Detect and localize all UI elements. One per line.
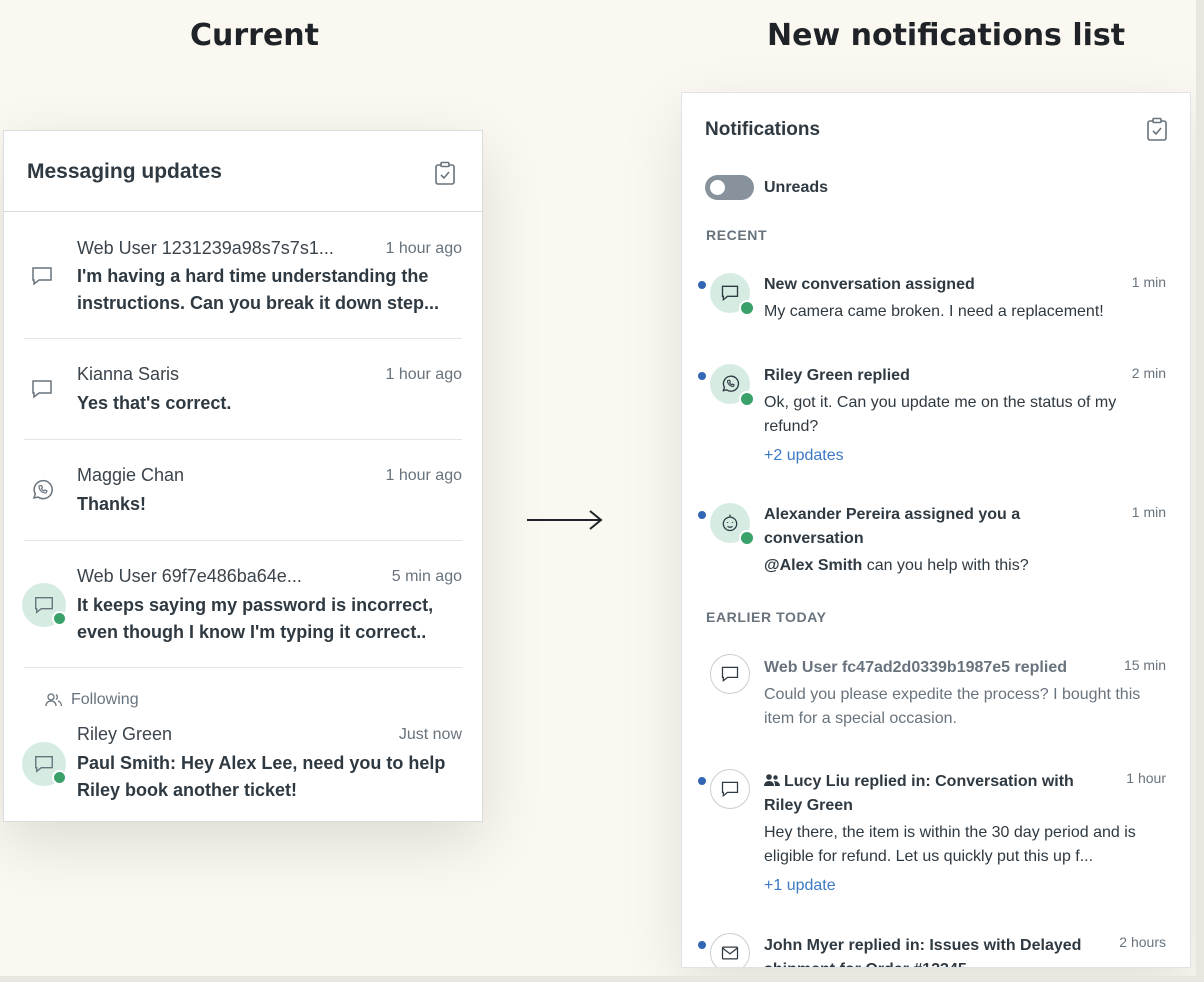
notification-item[interactable]: John Myer replied in: Issues with Delaye… [682, 933, 1190, 967]
notification-item[interactable]: Lucy Liu replied in: Conversation with R… [682, 769, 1190, 899]
whatsapp-icon [710, 364, 755, 407]
timestamp: 1 hour [1126, 770, 1166, 786]
notification-body: My camera came broken. I need a replacem… [764, 303, 1104, 320]
list-item[interactable]: Kianna Saris 1 hour ago Yes that's corre… [24, 339, 462, 440]
chat-icon [710, 273, 755, 316]
timestamp: 2 hours [1119, 934, 1166, 950]
unread-dot [698, 777, 706, 785]
messaging-updates-panel: Messaging updates Web User 1231239a98s7s… [3, 130, 483, 822]
more-updates-link[interactable]: +2 updates [764, 447, 844, 465]
message-preview: Paul Smith: Hey Alex Lee, need you to he… [77, 753, 446, 800]
more-updates-link[interactable]: +1 update [764, 877, 836, 895]
unreads-label: Unreads [764, 179, 829, 196]
online-status-dot [739, 530, 755, 546]
notification-item[interactable]: Riley Green replied 2 min Ok, got it. Ca… [682, 364, 1190, 474]
sender-name: Riley Green [77, 724, 173, 744]
whatsapp-icon [20, 468, 64, 512]
unread-dot [698, 511, 706, 519]
chat-icon [22, 742, 67, 786]
message-preview: I'm having a hard time understanding the… [77, 266, 440, 313]
chat-icon [22, 583, 67, 627]
chat-icon [20, 254, 64, 298]
notification-body: @Alex Smith can you help with this? [764, 554, 1150, 578]
notification-body: Hey there, the item is within the 30 day… [764, 824, 1136, 865]
mark-all-read-icon[interactable] [434, 161, 456, 185]
notification-body: Could you please expedite the process? I… [764, 686, 1141, 727]
list-item-following[interactable]: Following Riley Green Just now Paul Smit… [22, 668, 462, 826]
bot-icon [710, 503, 755, 546]
body-text: can you help with this? [862, 557, 1029, 574]
notification-item[interactable]: Alexander Pereira assigned you a convers… [682, 503, 1190, 583]
online-status-dot [52, 611, 67, 626]
panel-title: Notifications [705, 119, 821, 140]
unread-dot [698, 941, 706, 949]
sender-name: Maggie Chan [77, 465, 185, 485]
timestamp: Just now [398, 726, 462, 743]
panel-header: Messaging updates [4, 131, 482, 212]
title-text: Lucy Liu replied in: Conversation with R… [764, 773, 1074, 814]
sender-name: Web User 69f7e486ba64e... [77, 566, 302, 586]
chat-icon [710, 654, 750, 694]
list-item[interactable]: Maggie Chan 1 hour ago Thanks! [24, 440, 462, 541]
message-preview: Thanks! [77, 494, 147, 514]
online-status-dot [52, 770, 67, 785]
message-preview: It keeps saying my password is incorrect… [77, 595, 434, 642]
mention[interactable]: @Alex Smith [764, 557, 862, 574]
toggle-knob [710, 180, 725, 195]
people-icon [764, 774, 780, 786]
section-earlier-today: EARLIER TODAY [706, 609, 827, 625]
list-item[interactable]: Web User 69f7e486ba64e... 5 min ago It k… [22, 541, 462, 668]
chat-icon [710, 769, 750, 809]
notification-item[interactable]: New conversation assigned 1 min My camer… [682, 273, 1190, 353]
sender-name: Kianna Saris [77, 364, 180, 384]
section-recent: RECENT [706, 227, 768, 243]
list-item[interactable]: Web User 1231239a98s7s7s1... 1 hour ago … [24, 212, 462, 339]
unread-dot [698, 281, 706, 289]
timestamp: 1 min [1131, 274, 1166, 290]
online-status-dot [739, 300, 755, 316]
notification-title: John Myer replied in: Issues with Delaye… [764, 937, 1082, 967]
notification-body: Ok, got it. Can you update me on the sta… [764, 394, 1117, 435]
unread-dot [698, 372, 706, 380]
mark-all-read-icon[interactable] [1146, 117, 1168, 141]
unreads-toggle[interactable] [705, 175, 754, 200]
mail-icon [710, 933, 750, 967]
notification-title: Riley Green replied [764, 367, 910, 384]
chat-icon [20, 367, 64, 411]
notifications-panel: Notifications Unreads RECENT New convers… [681, 92, 1191, 968]
following-text: Following [71, 691, 139, 708]
timestamp: 15 min [1123, 657, 1166, 673]
timestamp: 1 hour ago [385, 467, 462, 484]
timestamp: 5 min ago [391, 568, 462, 585]
notification-title: Alexander Pereira assigned you a convers… [764, 506, 1021, 547]
new-list-heading: New notifications list [767, 18, 1126, 53]
timestamp: 1 min [1131, 504, 1166, 520]
message-preview: Yes that's correct. [77, 393, 232, 413]
timestamp: 1 hour ago [385, 366, 462, 383]
sender-name: Web User 1231239a98s7s7s1... [77, 238, 334, 258]
notification-title: Web User fc47ad2d0339b1987e5 replied [764, 659, 1067, 676]
panel-title: Messaging updates [27, 160, 222, 183]
following-label: Following [45, 691, 139, 709]
online-status-dot [739, 391, 755, 407]
current-heading: Current [190, 18, 320, 53]
timestamp: 1 hour ago [385, 240, 462, 257]
timestamp: 2 min [1131, 365, 1166, 381]
notification-item[interactable]: Web User fc47ad2d0339b1987e5 replied 15 … [682, 654, 1190, 734]
notification-title: New conversation assigned [764, 276, 975, 293]
notification-title: Lucy Liu replied in: Conversation with R… [764, 770, 1095, 818]
people-icon [45, 693, 63, 707]
arrow-right-icon [527, 510, 603, 530]
